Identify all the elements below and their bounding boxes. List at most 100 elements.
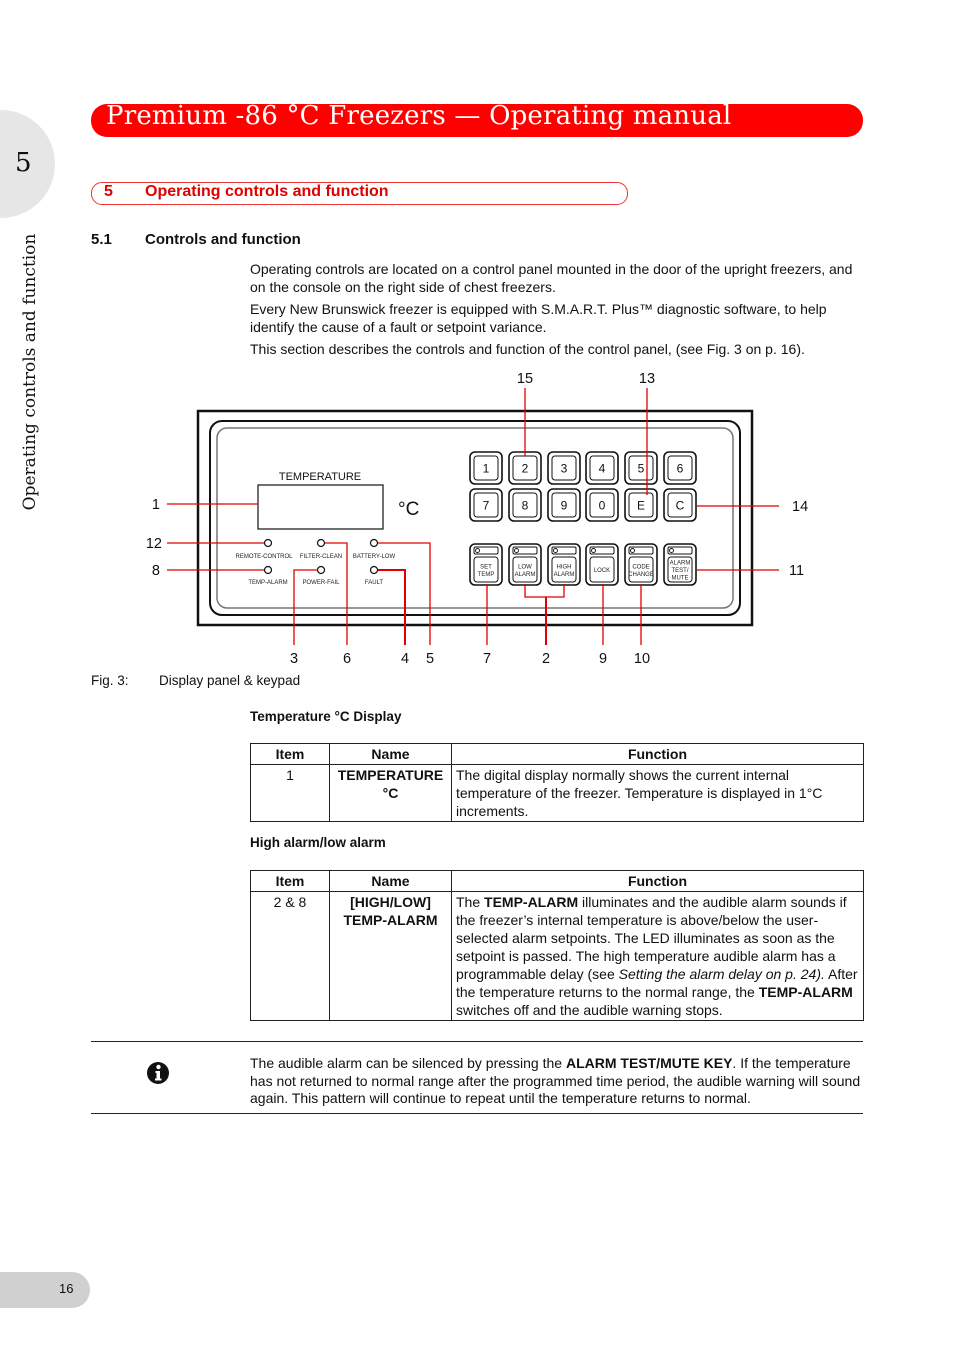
key-label: CHANGE bbox=[628, 572, 654, 578]
figure-caption-text: Display panel & keypad bbox=[159, 673, 301, 688]
high-alarm-key[interactable]: HIGH ALARM bbox=[547, 543, 581, 586]
led-label: FAULT bbox=[365, 580, 384, 586]
key-label: C bbox=[676, 499, 685, 513]
table-row: 1 TEMPERATURE °C The digital display nor… bbox=[250, 764, 864, 822]
numeric-keypad: 1 2 3 4 5 6 7 8 9 0 E C bbox=[469, 451, 697, 522]
keypad-key[interactable]: 5 bbox=[624, 451, 658, 485]
keypad-key[interactable]: C bbox=[663, 488, 697, 522]
bold-term: TEMP-ALARM bbox=[484, 894, 579, 910]
callout-7: 7 bbox=[483, 651, 491, 667]
keypad-key[interactable]: 6 bbox=[663, 451, 697, 485]
callout-6: 6 bbox=[343, 651, 351, 667]
key-label: 7 bbox=[483, 499, 490, 513]
callout-10: 10 bbox=[634, 651, 650, 667]
key-label: LOCK bbox=[594, 568, 610, 574]
status-leds: REMOTE-CONTROL FILTER-CLEAN BATTERY-LOW … bbox=[236, 538, 396, 586]
figure-caption-label: Fig. 3: bbox=[91, 673, 129, 688]
intro-paragraph: This section describes the controls and … bbox=[250, 341, 805, 357]
keypad-key[interactable]: 9 bbox=[547, 488, 581, 522]
key-label: E bbox=[637, 499, 645, 513]
key-label: 4 bbox=[599, 462, 606, 476]
keypad-key[interactable]: 2 bbox=[508, 451, 542, 485]
keypad-key[interactable]: 4 bbox=[585, 451, 619, 485]
keypad-key[interactable]: 8 bbox=[508, 488, 542, 522]
key-label: 1 bbox=[483, 462, 490, 476]
code-change-key[interactable]: CODE CHANGE bbox=[624, 543, 658, 586]
section-number: 5 bbox=[104, 183, 113, 200]
page-number: 16 bbox=[59, 1281, 74, 1296]
key-label: 8 bbox=[522, 499, 529, 513]
key-label: HIGH bbox=[557, 564, 572, 570]
callout-8: 8 bbox=[152, 563, 160, 579]
led-temp-alarm bbox=[263, 565, 273, 575]
callout-5: 5 bbox=[426, 651, 434, 667]
led-label: POWER-FAIL bbox=[302, 580, 340, 586]
callout-1: 1 bbox=[152, 497, 160, 513]
document-title: Premium -86 °C Freezers — Operating manu… bbox=[106, 101, 732, 131]
key-label: LOW bbox=[518, 564, 532, 570]
callout-4: 4 bbox=[401, 651, 409, 667]
key-led bbox=[630, 548, 635, 553]
key-label: TEMP bbox=[478, 572, 495, 578]
cell-item: 1 bbox=[250, 764, 330, 822]
led-fault bbox=[369, 565, 379, 575]
led-power-fail bbox=[316, 565, 326, 575]
cell-name-line2: TEMP-ALARM bbox=[343, 912, 438, 928]
column-header-function: Function bbox=[451, 870, 864, 892]
column-header-item: Item bbox=[250, 743, 330, 765]
note-text: The audible alarm can be silenced by pre… bbox=[250, 1055, 865, 1108]
cell-name-line1: [HIGH/LOW] bbox=[350, 894, 431, 910]
degree-symbol: °C bbox=[398, 499, 419, 520]
key-led bbox=[553, 548, 558, 553]
led-label: BATTERY-LOW bbox=[353, 554, 396, 560]
note-top-rule bbox=[91, 1041, 863, 1042]
callout-13: 13 bbox=[639, 371, 655, 387]
key-led bbox=[514, 548, 519, 553]
text-run: The audible alarm can be silenced by pre… bbox=[250, 1055, 566, 1071]
column-header-name: Name bbox=[329, 743, 452, 765]
set-temp-key[interactable]: SET TEMP bbox=[469, 543, 503, 586]
lock-key[interactable]: LOCK bbox=[585, 543, 619, 586]
column-header-function: Function bbox=[451, 743, 864, 765]
keypad-key[interactable]: 1 bbox=[469, 451, 503, 485]
display-label: TEMPERATURE bbox=[279, 471, 361, 483]
temperature-display-table: Item Name Function 1 TEMPERATURE °C The … bbox=[250, 743, 864, 822]
side-chapter-label: Operating controls and function bbox=[20, 233, 40, 511]
key-label: 9 bbox=[561, 499, 568, 513]
key-label: ALARM bbox=[515, 572, 536, 578]
key-led bbox=[475, 548, 480, 553]
key-label: 6 bbox=[677, 462, 684, 476]
led-battery-low bbox=[369, 538, 379, 548]
note-bottom-rule bbox=[91, 1113, 863, 1114]
low-alarm-key[interactable]: LOW ALARM bbox=[508, 543, 542, 586]
keypad-key[interactable]: 3 bbox=[547, 451, 581, 485]
callout-12: 12 bbox=[146, 536, 162, 552]
callout-2: 2 bbox=[542, 651, 550, 667]
page-number-tab bbox=[0, 1272, 90, 1308]
key-label: 0 bbox=[599, 499, 606, 513]
high-low-alarm-table: Item Name Function 2 & 8 [HIGH/LOW] TEMP… bbox=[250, 870, 864, 1021]
key-label: ALARM bbox=[554, 572, 575, 578]
subsection-number: 5.1 bbox=[91, 231, 112, 248]
keypad-key[interactable]: E bbox=[624, 488, 658, 522]
table-heading-alarm: High alarm/low alarm bbox=[250, 835, 386, 850]
key-led bbox=[669, 548, 674, 553]
key-label: MUTE bbox=[672, 576, 689, 582]
chapter-number: 5 bbox=[15, 148, 32, 178]
text-run: The bbox=[456, 894, 485, 910]
table-row: 2 & 8 [HIGH/LOW] TEMP-ALARM The TEMP-ALA… bbox=[250, 891, 864, 1021]
intro-paragraph: Every New Brunswick freezer is equipped … bbox=[250, 301, 827, 335]
table-header-row: Item Name Function bbox=[250, 870, 864, 892]
column-header-item: Item bbox=[250, 870, 330, 892]
cross-reference: Setting the alarm delay on p. 24). bbox=[618, 966, 825, 982]
callout-15: 15 bbox=[517, 371, 533, 387]
column-header-name: Name bbox=[329, 870, 452, 892]
keypad-key[interactable]: 7 bbox=[469, 488, 503, 522]
key-label: TEST/ bbox=[671, 568, 688, 574]
alarm-test-mute-key[interactable]: ALARMTEST/MUTE bbox=[663, 543, 697, 586]
table-heading-temperature: Temperature °C Display bbox=[250, 709, 402, 724]
keypad-key[interactable]: 0 bbox=[585, 488, 619, 522]
led-label: REMOTE-CONTROL bbox=[236, 554, 294, 560]
led-label: TEMP-ALARM bbox=[248, 580, 287, 586]
led-filter-clean bbox=[316, 538, 326, 548]
